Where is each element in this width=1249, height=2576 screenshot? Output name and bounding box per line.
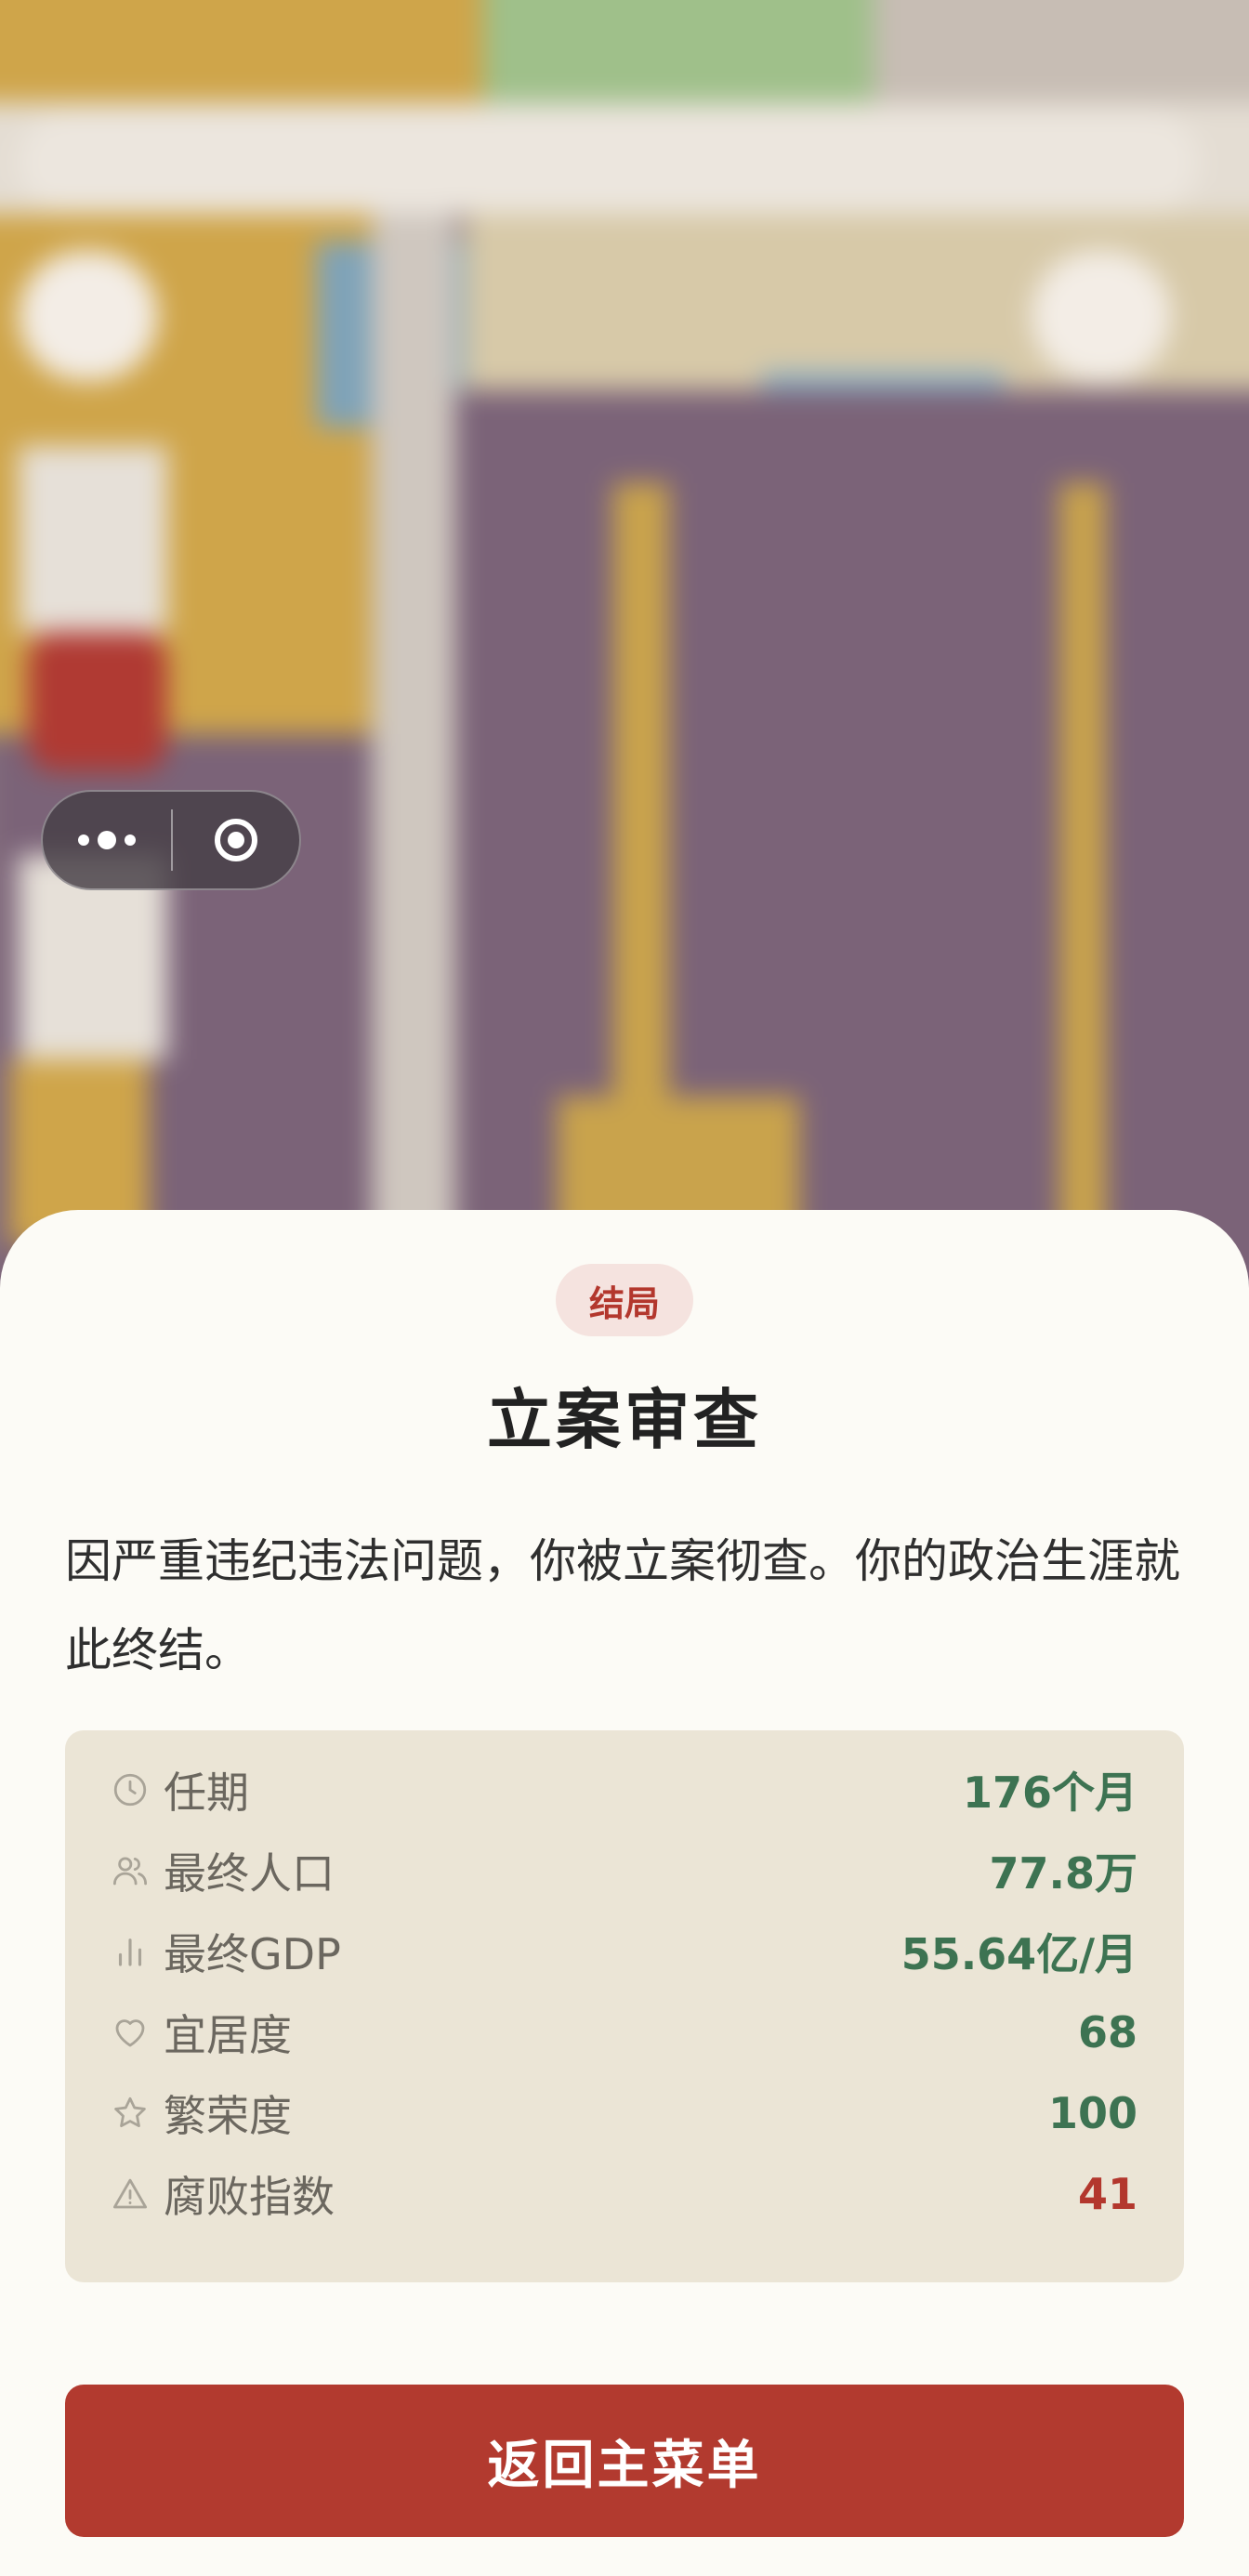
- stat-value: 41: [1077, 2168, 1137, 2219]
- stat-label: 最终人口: [164, 1847, 335, 1899]
- more-dot-icon: [125, 835, 136, 846]
- more-dot-icon: [98, 831, 116, 849]
- bar-chart-icon: [110, 1931, 151, 1972]
- ending-title: 立案审查: [487, 1381, 762, 1458]
- stat-row-livability: 宜居度 68: [65, 1991, 1184, 2072]
- star-icon: [110, 2093, 151, 2134]
- more-dot-icon: [78, 835, 89, 846]
- stat-value: 77.8万: [989, 1847, 1138, 1899]
- stat-value: 176个月: [962, 1767, 1137, 1818]
- heart-icon: [110, 2012, 151, 2053]
- stat-label: 繁荣度: [164, 2090, 292, 2141]
- clock-icon: [110, 1769, 151, 1810]
- target-icon: [215, 819, 257, 861]
- ending-badge: 结局: [556, 1264, 693, 1336]
- stat-label: 宜居度: [164, 2009, 292, 2060]
- stat-label: 任期: [164, 1767, 249, 1818]
- ending-sheet: 结局 立案审查 因严重违纪违法问题，你被立案彻查。你的政治生涯就此终结。 任期 …: [0, 1210, 1249, 2576]
- ending-description: 因严重违纪违法问题，你被立案彻查。你的政治生涯就此终结。: [65, 1534, 1180, 1677]
- stat-value: 100: [1047, 2087, 1137, 2138]
- stat-row-term: 任期 176个月: [65, 1749, 1184, 1830]
- final-stats-panel: 任期 176个月 最终人口 77.8万 最终GDP 55.64亿/月 宜居度 6…: [65, 1730, 1184, 2282]
- stat-value: 55.64亿/月: [901, 1928, 1137, 1979]
- miniprogram-capsule: [41, 790, 301, 890]
- stat-row-prosperity: 繁荣度 100: [65, 2072, 1184, 2153]
- back-to-menu-button[interactable]: 返回主菜单: [65, 2385, 1184, 2537]
- stat-label: 最终GDP: [164, 1928, 341, 1979]
- warning-icon: [110, 2174, 151, 2215]
- stat-row-corruption: 腐败指数 41: [65, 2153, 1184, 2234]
- game-map-background: [0, 0, 1249, 1301]
- more-menu-button[interactable]: [43, 792, 171, 888]
- stat-row-population: 最终人口 77.8万: [65, 1830, 1184, 1911]
- close-miniprogram-button[interactable]: [173, 819, 299, 861]
- people-icon: [110, 1850, 151, 1891]
- stat-row-gdp: 最终GDP 55.64亿/月: [65, 1911, 1184, 1991]
- stat-label: 腐败指数: [164, 2171, 335, 2222]
- stat-value: 68: [1077, 2006, 1137, 2057]
